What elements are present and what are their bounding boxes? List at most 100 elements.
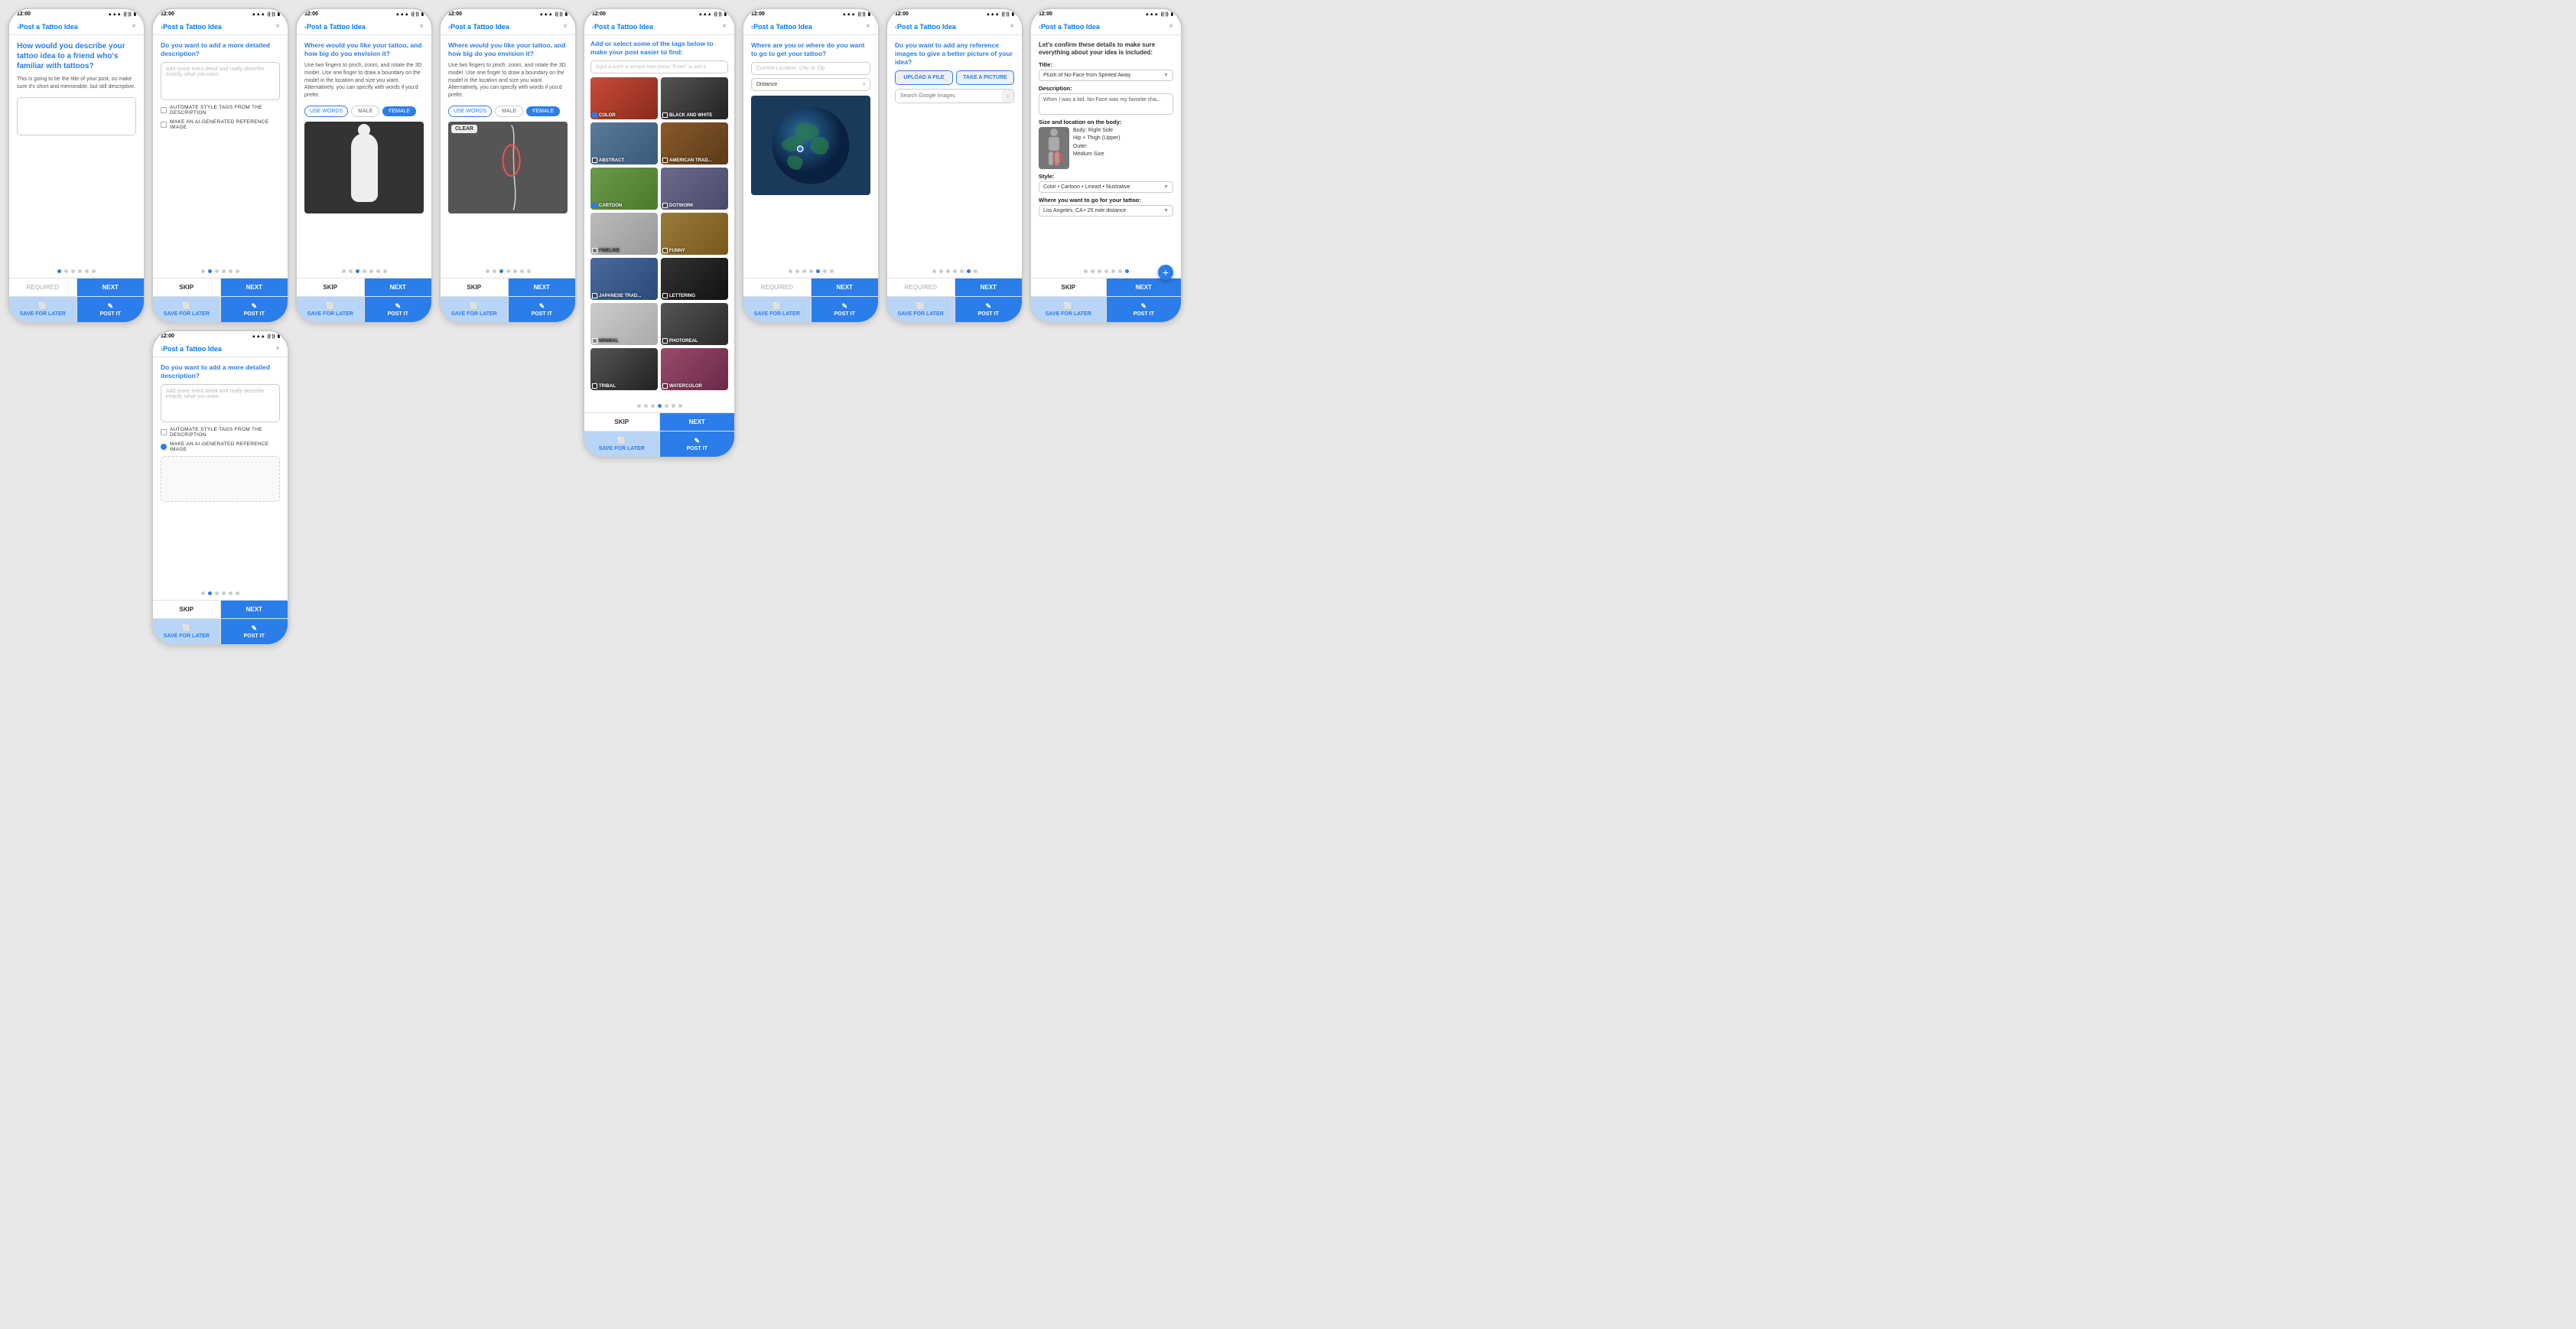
- tag-lettering-checkbox[interactable]: [662, 293, 668, 298]
- tag-tribal[interactable]: TRIBAL: [590, 348, 658, 390]
- close-button-2b[interactable]: ×: [275, 344, 280, 353]
- tag-bw[interactable]: BLACK AND WHITE: [661, 77, 728, 119]
- tag-dotwork-checkbox[interactable]: [662, 203, 668, 208]
- back-button-5[interactable]: ‹ Post a Tattoo Idea: [751, 23, 812, 31]
- close-button-7[interactable]: ×: [1169, 22, 1173, 31]
- close-button-5[interactable]: ×: [866, 22, 870, 31]
- tag-cartoon-checkbox[interactable]: [592, 203, 597, 208]
- tag-bw-checkbox[interactable]: [662, 112, 668, 118]
- skip-button-2b[interactable]: SKIP: [153, 601, 221, 618]
- tag-search-4[interactable]: Input a word or phrase then press "Enter…: [590, 60, 728, 73]
- title-select-7[interactable]: Plush of No-Face from Spirited Away ▼: [1039, 70, 1173, 81]
- skip-button-3[interactable]: SKIP: [297, 279, 365, 296]
- radio-ai-2b[interactable]: [161, 444, 167, 450]
- back-button-3[interactable]: ‹ Post a Tattoo Idea: [304, 23, 366, 31]
- post-button-3[interactable]: ✎ POST IT: [365, 297, 432, 322]
- title-input-1[interactable]: [17, 97, 136, 135]
- location-select-7[interactable]: Los Angeles, CA • 25 mile distance ▼: [1039, 205, 1173, 217]
- post-button-6[interactable]: ✎ POST IT: [955, 297, 1023, 322]
- tag-photoreal-checkbox[interactable]: [662, 338, 668, 344]
- tag-color[interactable]: COLOR: [590, 77, 658, 119]
- tag-fineline[interactable]: FINELINE: [590, 213, 658, 255]
- next-button-2[interactable]: NEXT: [221, 279, 288, 296]
- tag-minimal-checkbox[interactable]: [592, 338, 597, 344]
- desc-value-7[interactable]: When I was a kid, No-Face was my favorit…: [1039, 93, 1173, 115]
- back-button-7[interactable]: ‹ Post a Tattoo Idea: [1039, 23, 1100, 31]
- back-button-3b[interactable]: ‹ Post a Tattoo Idea: [448, 23, 509, 31]
- tag-american-checkbox[interactable]: [662, 158, 668, 163]
- tag-japanese[interactable]: JAPANESE TRAD...: [590, 258, 658, 300]
- description-input-2[interactable]: Add some extra detail and really describ…: [161, 62, 280, 100]
- back-button-4[interactable]: ‹ Post a Tattoo Idea: [592, 23, 653, 31]
- post-button-2b[interactable]: ✎ POST IT: [221, 619, 288, 644]
- save-button-1[interactable]: ⬜ SAVE FOR LATER: [9, 297, 77, 322]
- tag-american[interactable]: AMERICAN TRAD...: [661, 122, 728, 164]
- female-tab-3[interactable]: FEMALE: [382, 106, 416, 116]
- save-button-4[interactable]: ⬜ SAVE FOR LATER: [584, 432, 660, 457]
- close-button-2[interactable]: ×: [275, 22, 280, 31]
- tag-fineline-checkbox[interactable]: [592, 248, 597, 253]
- close-button-6[interactable]: ×: [1010, 22, 1014, 31]
- required-button-1[interactable]: REQUIRED: [9, 279, 77, 296]
- clear-button-3b[interactable]: CLEAR: [451, 125, 477, 133]
- next-button-5[interactable]: NEXT: [812, 279, 879, 296]
- save-button-6[interactable]: ⬜ SAVE FOR LATER: [887, 297, 955, 322]
- next-button-3b[interactable]: NEXT: [509, 279, 576, 296]
- tag-photoreal[interactable]: PHOTOREAL: [661, 303, 728, 345]
- search-images-input-6[interactable]: [896, 90, 1002, 103]
- back-button-1[interactable]: ‹ Post a Tattoo Idea: [17, 23, 78, 31]
- save-button-3[interactable]: ⬜ SAVE FOR LATER: [297, 297, 365, 322]
- next-button-7[interactable]: NEXT: [1107, 279, 1182, 296]
- floating-add-button-7[interactable]: +: [1158, 265, 1173, 280]
- checkbox-automate-2b[interactable]: [161, 429, 167, 435]
- save-button-2b[interactable]: ⬜ SAVE FOR LATER: [153, 619, 221, 644]
- description-input-2b[interactable]: Add some extra detail and really describ…: [161, 384, 280, 422]
- next-button-2b[interactable]: NEXT: [221, 601, 288, 618]
- tag-cartoon[interactable]: CARTOON: [590, 168, 658, 210]
- post-button-7[interactable]: ✎ POST IT: [1107, 297, 1182, 322]
- skip-button-3b[interactable]: SKIP: [441, 279, 509, 296]
- checkbox-ai-2[interactable]: [161, 122, 167, 128]
- upload-file-button-6[interactable]: UPLOAD A FILE: [895, 70, 953, 85]
- tag-watercolor-checkbox[interactable]: [662, 383, 668, 389]
- close-button-3[interactable]: ×: [419, 22, 424, 31]
- use-words-tab-3b[interactable]: USE WORDS: [448, 106, 492, 117]
- back-button-2[interactable]: ‹ Post a Tattoo Idea: [161, 23, 222, 31]
- save-button-7[interactable]: ⬜ SAVE FOR LATER: [1031, 297, 1107, 322]
- skip-button-2[interactable]: SKIP: [153, 279, 221, 296]
- tag-tribal-checkbox[interactable]: [592, 383, 597, 389]
- tag-abstract-checkbox[interactable]: [592, 158, 597, 163]
- male-tab-3[interactable]: MALE: [351, 106, 379, 117]
- body-model-3[interactable]: [304, 122, 424, 213]
- next-button-1[interactable]: NEXT: [77, 279, 145, 296]
- back-button-6[interactable]: ‹ Post a Tattoo Idea: [895, 23, 956, 31]
- tag-funny[interactable]: FUNNY: [661, 213, 728, 255]
- take-picture-button-6[interactable]: TAKE A PICTURE: [956, 70, 1014, 85]
- body-model-3b[interactable]: CLEAR: [448, 122, 568, 213]
- tag-lettering[interactable]: LETTERING: [661, 258, 728, 300]
- required-button-6[interactable]: REQUIRED: [887, 279, 955, 296]
- close-button-3b[interactable]: ×: [563, 22, 568, 31]
- checkbox-automate-2[interactable]: [161, 107, 167, 113]
- female-tab-3b[interactable]: FEMALE: [526, 106, 560, 116]
- post-button-1[interactable]: ✎ POST IT: [77, 297, 145, 322]
- save-button-2[interactable]: ⬜ SAVE FOR LATER: [153, 297, 221, 322]
- post-button-5[interactable]: ✎ POST IT: [812, 297, 879, 322]
- next-button-4[interactable]: NEXT: [660, 413, 735, 431]
- tag-japanese-checkbox[interactable]: [592, 293, 597, 298]
- skip-button-7[interactable]: SKIP: [1031, 279, 1107, 296]
- post-button-3b[interactable]: ✎ POST IT: [509, 297, 576, 322]
- back-button-2b[interactable]: ‹ Post a Tattoo Idea: [161, 345, 222, 353]
- post-button-2[interactable]: ✎ POST IT: [221, 297, 288, 322]
- tag-funny-checkbox[interactable]: [662, 248, 668, 253]
- use-words-tab-3[interactable]: USE WORDS: [304, 106, 348, 117]
- save-button-5[interactable]: ⬜ SAVE FOR LATER: [743, 297, 812, 322]
- tag-abstract[interactable]: ABSTRACT: [590, 122, 658, 164]
- close-button-1[interactable]: ×: [132, 22, 136, 31]
- location-input-5[interactable]: Current Location, City, or Zip: [751, 62, 870, 75]
- save-button-3b[interactable]: ⬜ SAVE FOR LATER: [441, 297, 509, 322]
- male-tab-3b[interactable]: MALE: [495, 106, 523, 117]
- post-button-4[interactable]: ✎ POST IT: [660, 432, 735, 457]
- distance-select-5[interactable]: Distance ›: [751, 78, 870, 91]
- next-button-3[interactable]: NEXT: [365, 279, 432, 296]
